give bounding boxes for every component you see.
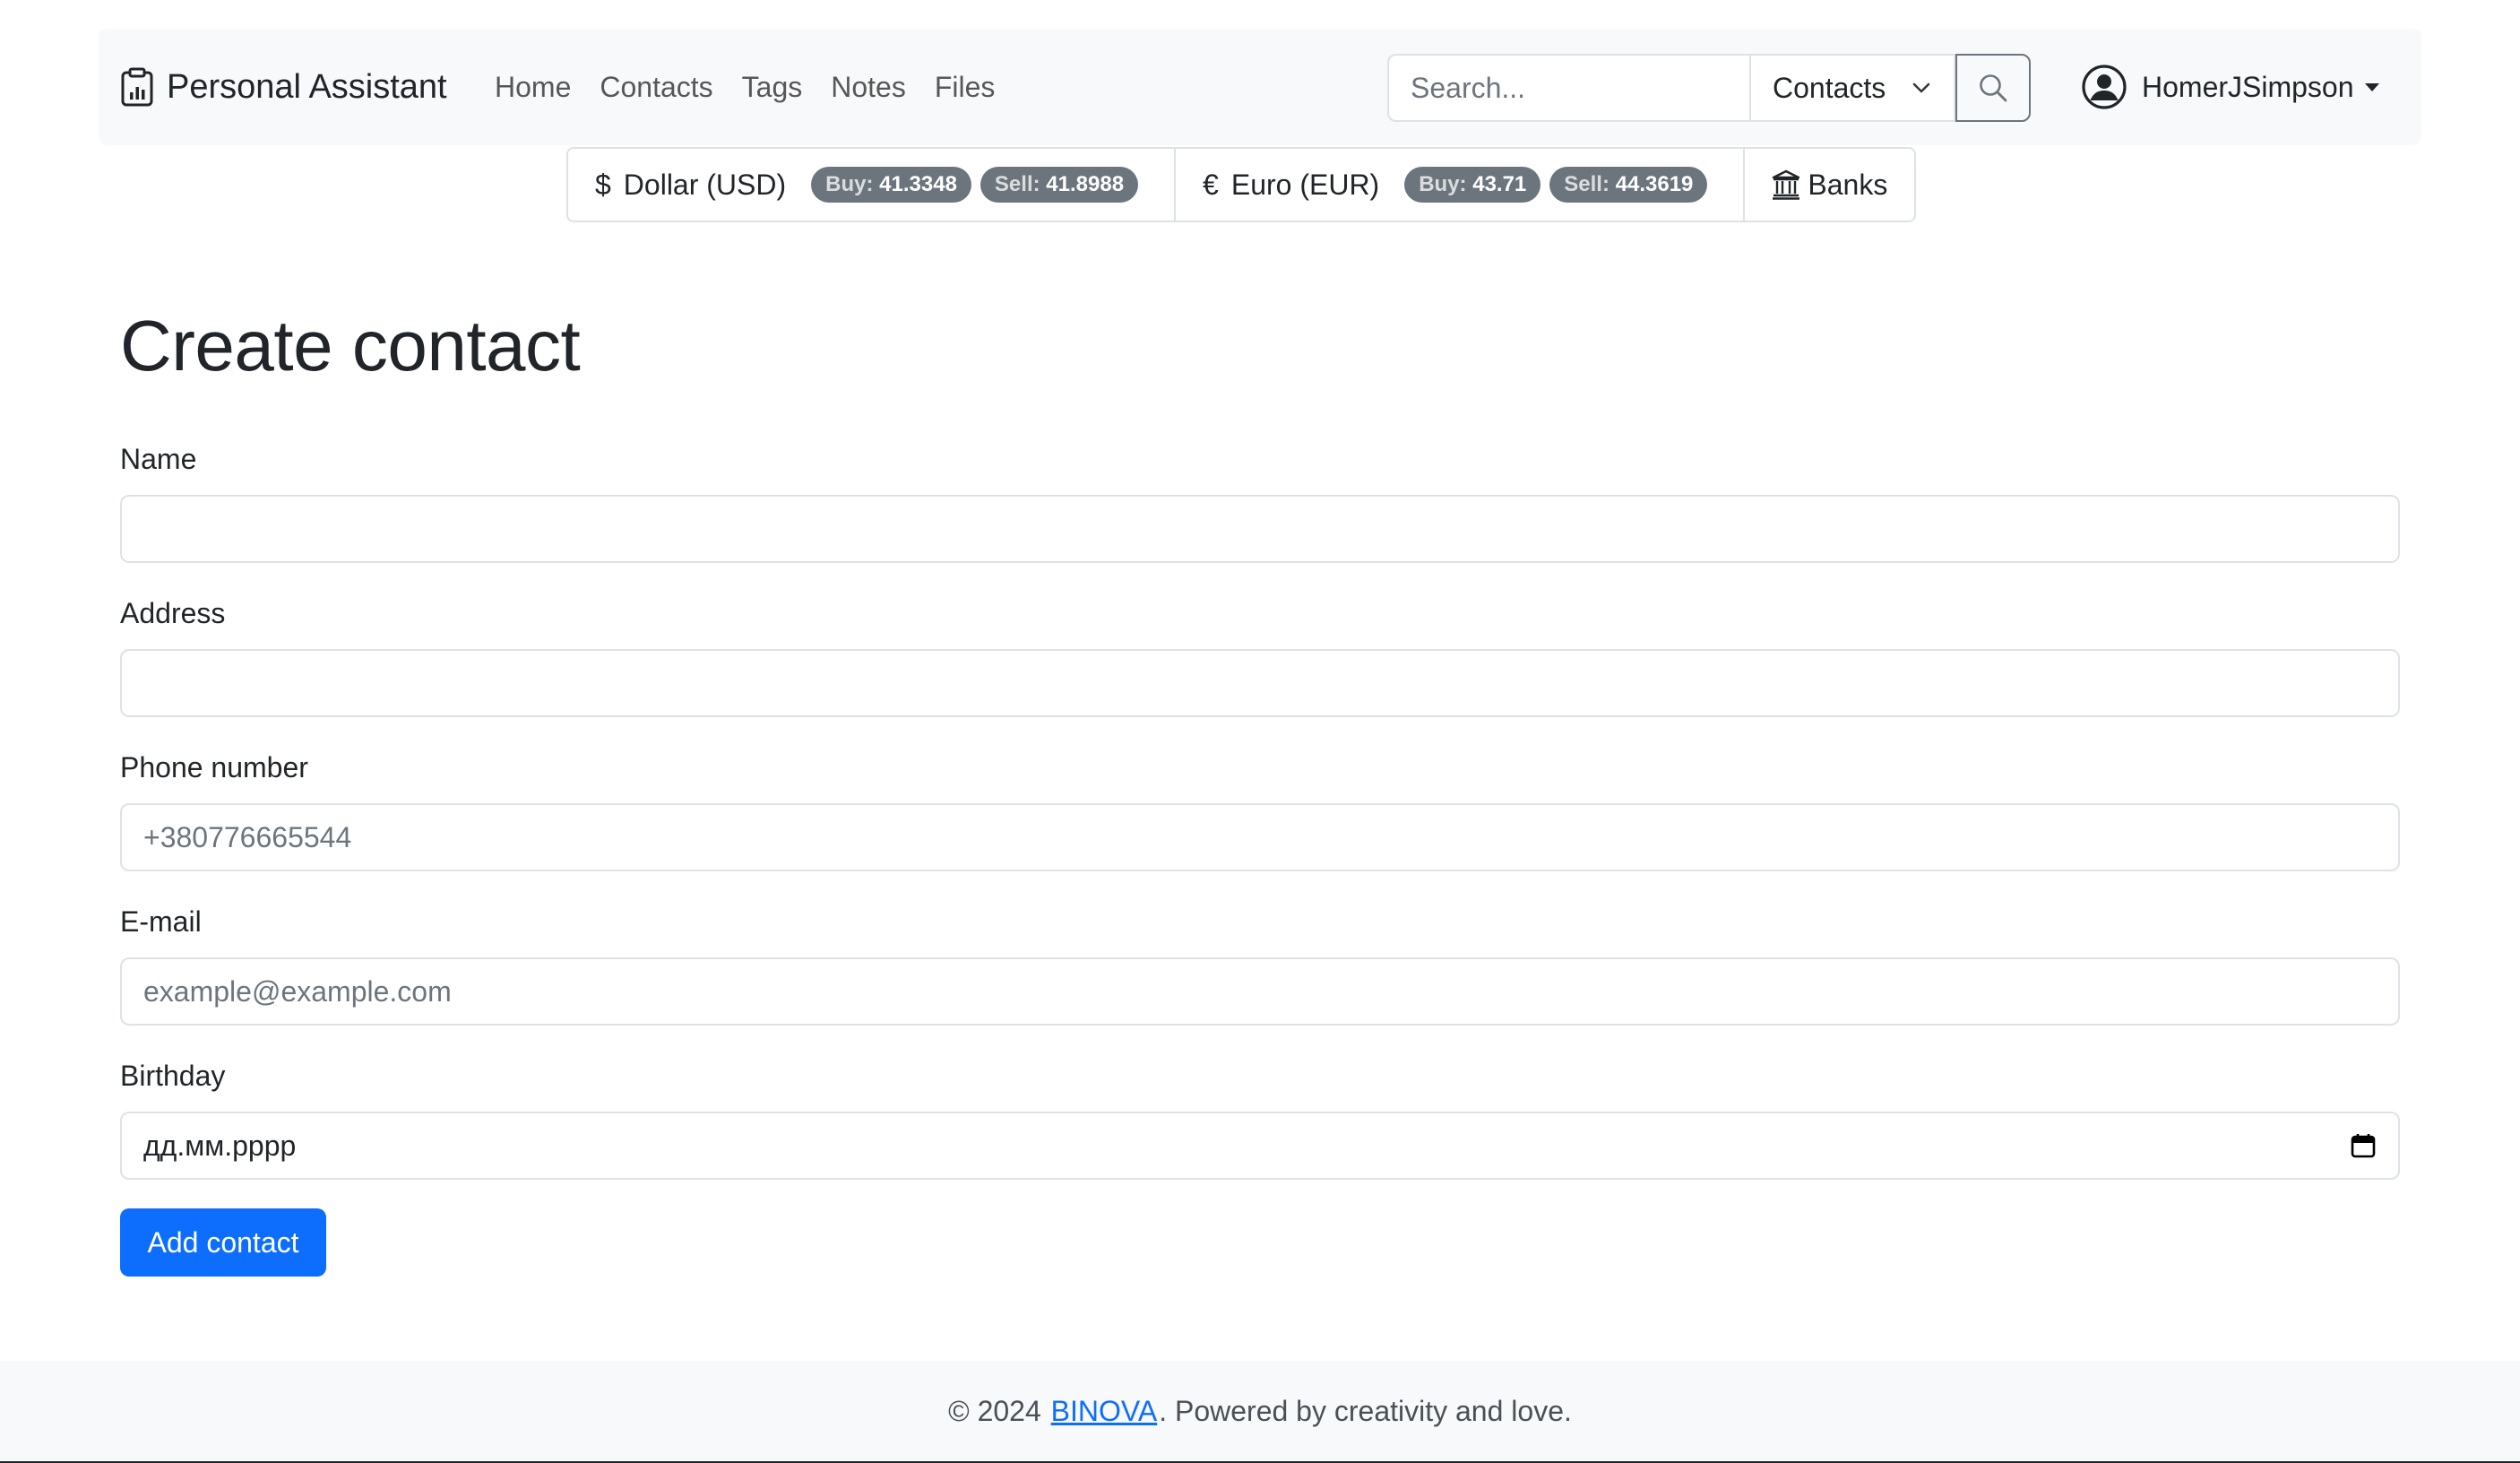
nav-link-contacts[interactable]: Contacts (600, 71, 712, 104)
address-input[interactable] (120, 649, 2400, 717)
user-menu[interactable]: HomerJSimpson (2081, 29, 2379, 145)
calendar-icon[interactable] (2350, 1132, 2377, 1159)
nav-links: Home Contacts Tags Notes Files (495, 29, 995, 145)
currency-eur: € Euro (EUR) Buy: 43.71 Sell: 44.3619 (1174, 149, 1743, 221)
page-title: Create contact (120, 306, 581, 385)
navbar: Personal Assistant Home Contacts Tags No… (99, 29, 2421, 145)
name-input[interactable] (120, 495, 2400, 563)
eur-buy-badge: Buy: 43.71 (1404, 167, 1541, 203)
search-icon (1980, 74, 2007, 102)
birthday-label: Birthday (120, 1060, 226, 1092)
brand-link[interactable]: Personal Assistant (120, 29, 447, 145)
chevron-down-icon (1912, 82, 1930, 93)
address-label: Address (120, 597, 226, 629)
euro-icon: € (1203, 168, 1219, 201)
bank-icon (1773, 169, 1800, 200)
search-group: Contacts (1387, 54, 2031, 122)
search-input[interactable] (1387, 54, 1749, 122)
brand-title: Personal Assistant (167, 67, 447, 106)
name-label: Name (120, 443, 197, 475)
footer: © 2024 BINOVA . Powered by creativity an… (0, 1361, 2520, 1463)
nav-link-tags[interactable]: Tags (742, 71, 803, 104)
nav-link-home[interactable]: Home (495, 71, 571, 104)
dollar-icon: $ (595, 168, 611, 201)
person-circle-icon (2081, 64, 2127, 110)
currency-bar: $ Dollar (USD) Buy: 41.3348 Sell: 41.898… (566, 147, 1917, 222)
usd-sell-badge: Sell: 41.8988 (980, 167, 1139, 203)
currency-eur-name: Euro (EUR) (1230, 168, 1380, 201)
nav-link-files[interactable]: Files (935, 71, 996, 104)
eur-sell-badge: Sell: 44.3619 (1549, 167, 1708, 203)
birthday-format: дд.мм.рррр (143, 1129, 297, 1162)
user-name: HomerJSimpson (2142, 70, 2354, 103)
birthday-input[interactable]: дд.мм.рррр (120, 1112, 2400, 1180)
currency-usd-name: Dollar (USD) (623, 168, 787, 201)
footer-suffix: . Powered by creativity and love. (1159, 1394, 1572, 1427)
email-input[interactable] (120, 957, 2400, 1026)
footer-prefix: © 2024 (948, 1394, 1049, 1427)
currency-usd: $ Dollar (USD) Buy: 41.3348 Sell: 41.898… (568, 149, 1174, 221)
footer-binova-link[interactable]: BINOVA (1051, 1395, 1158, 1428)
search-category-value: Contacts (1773, 71, 1886, 104)
caret-down-icon (2364, 82, 2379, 91)
clipboard-data-icon (121, 67, 153, 107)
add-contact-button[interactable]: Add contact (120, 1208, 326, 1277)
phone-label: Phone number (120, 751, 308, 783)
usd-buy-badge: Buy: 41.3348 (811, 167, 971, 203)
search-category-select[interactable]: Contacts (1749, 54, 1955, 122)
banks-link[interactable]: Banks (1743, 149, 1914, 221)
phone-input[interactable] (120, 803, 2400, 871)
search-button[interactable] (1955, 54, 2031, 122)
email-label: E-mail (120, 905, 202, 938)
banks-label: Banks (1808, 168, 1888, 201)
nav-link-notes[interactable]: Notes (831, 71, 906, 104)
